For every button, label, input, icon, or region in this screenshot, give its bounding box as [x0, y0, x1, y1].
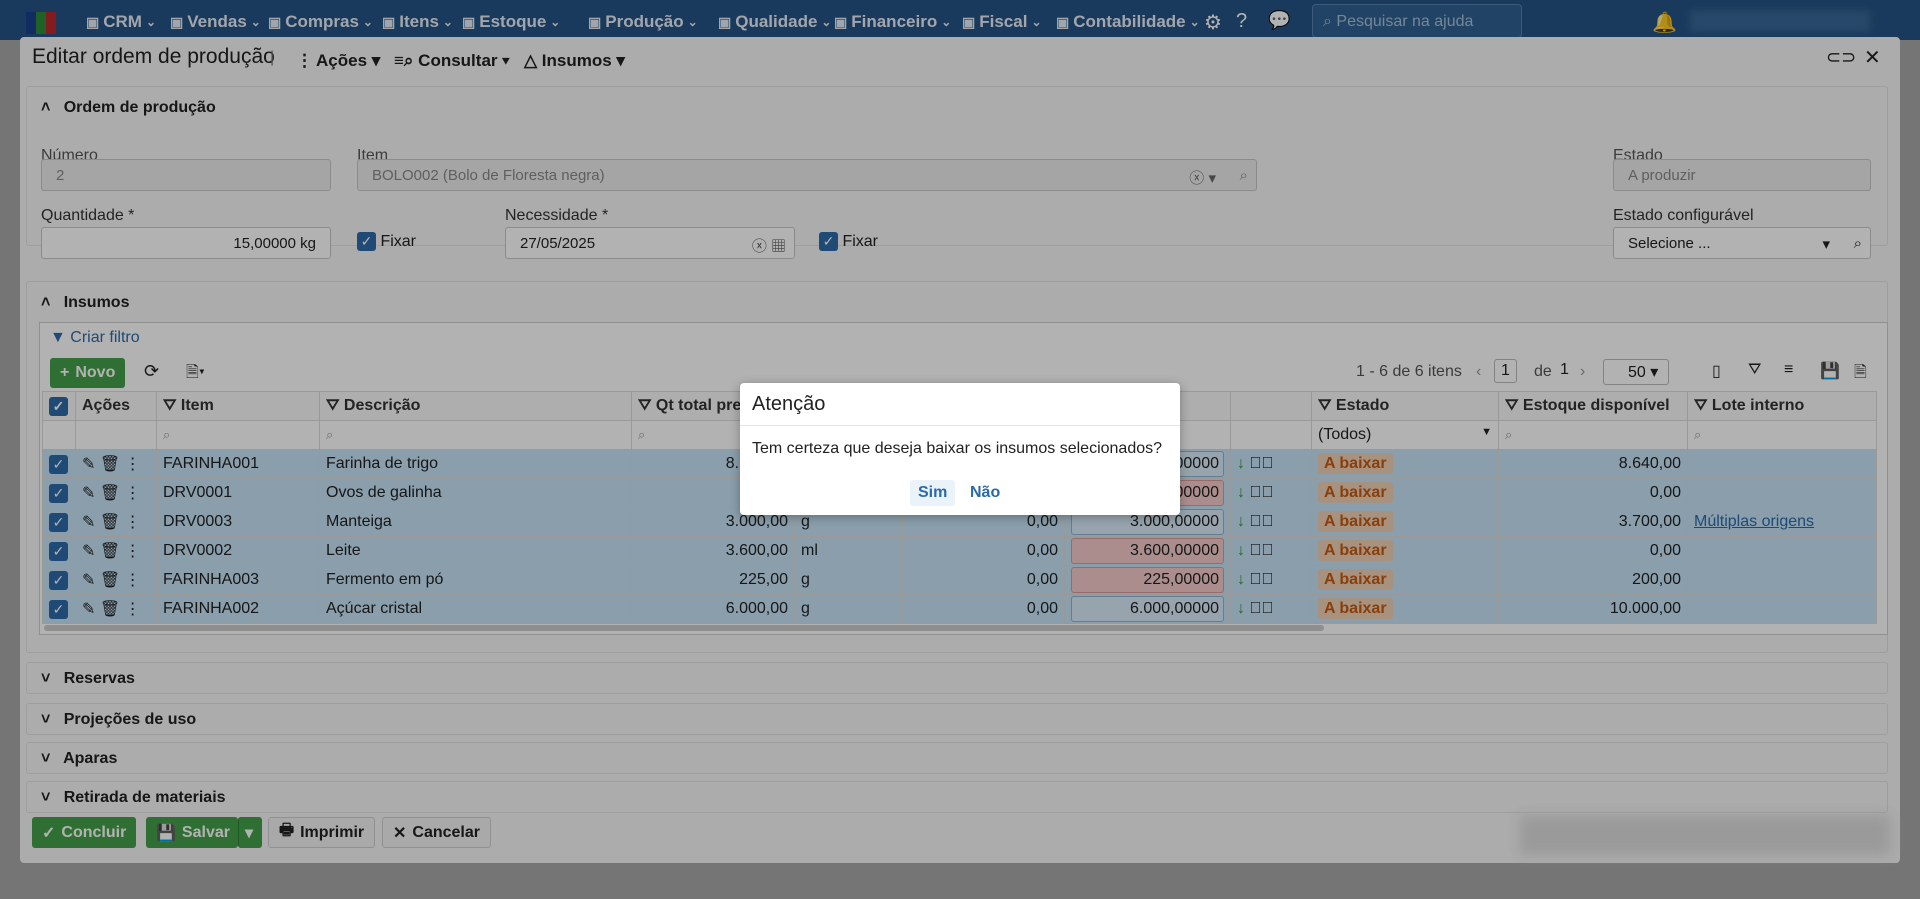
divider — [740, 425, 1180, 426]
confirm-dialog: Atenção Tem certeza que deseja baixar os… — [740, 383, 1180, 515]
yes-button[interactable]: Sim — [910, 480, 956, 506]
dialog-message: Tem certeza que deseja baixar os insumos… — [752, 440, 1163, 457]
no-button[interactable]: Não — [962, 480, 1008, 506]
dialog-title: Atenção — [752, 393, 826, 415]
